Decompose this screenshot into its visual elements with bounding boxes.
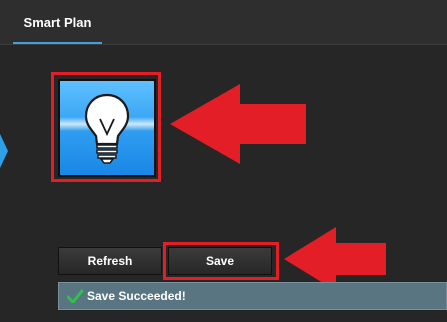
smart-plan-toggle[interactable] (58, 79, 156, 177)
refresh-button[interactable]: Refresh (58, 247, 162, 275)
status-message: Save Succeeded! (58, 282, 447, 310)
status-text: Save Succeeded! (87, 289, 186, 303)
chevron-right-icon[interactable] (0, 134, 8, 168)
tab-bar: Smart Plan (0, 0, 447, 45)
checkmark-icon (67, 289, 83, 303)
arrow-left-icon (170, 84, 306, 164)
tab-smart-plan[interactable]: Smart Plan (13, 0, 102, 44)
tab-bar-divider (0, 44, 447, 45)
lightbulb-icon (60, 93, 154, 164)
save-button[interactable]: Save (168, 247, 272, 275)
